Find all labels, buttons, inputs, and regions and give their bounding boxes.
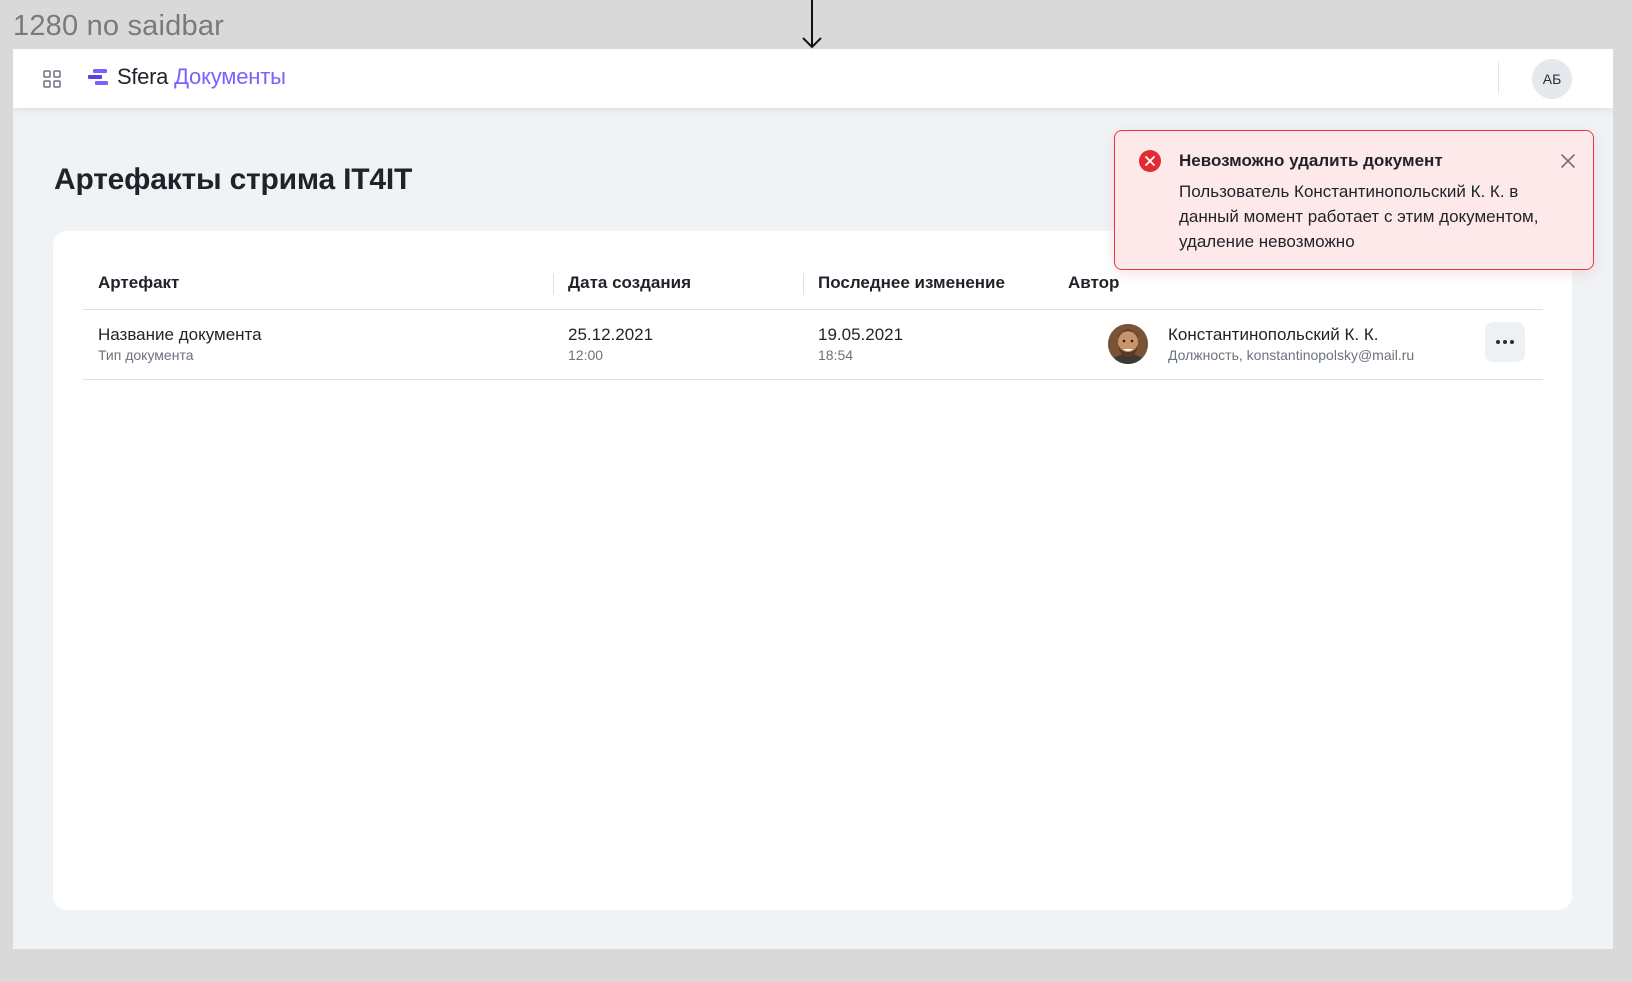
table-header: Артефакт Дата создания Последнее изменен… bbox=[83, 269, 1543, 310]
apps-menu-button[interactable] bbox=[39, 66, 65, 92]
down-arrow-icon bbox=[802, 0, 822, 49]
artifacts-table-card: Артефакт Дата создания Последнее изменен… bbox=[53, 231, 1572, 910]
logo-product-text: Документы bbox=[174, 64, 286, 89]
column-header-modified[interactable]: Последнее изменение bbox=[818, 273, 1005, 293]
created-time: 12:00 bbox=[568, 347, 604, 363]
page-title: Артефакты стрима IT4IT bbox=[54, 163, 413, 196]
more-horizontal-icon bbox=[1496, 340, 1514, 344]
app-logo[interactable]: Sfera Документы bbox=[87, 64, 286, 90]
toast-title: Невозможно удалить документ bbox=[1179, 151, 1443, 170]
column-header-created[interactable]: Дата создания bbox=[568, 273, 691, 293]
artifact-type: Тип документа bbox=[98, 347, 194, 363]
canvas-frame-label: 1280 no saidbar bbox=[13, 10, 224, 42]
column-header-artifact[interactable]: Артефакт bbox=[98, 273, 179, 293]
author-photo bbox=[1108, 324, 1148, 364]
user-avatar-button[interactable]: АБ bbox=[1532, 59, 1572, 99]
created-date: 25.12.2021 bbox=[568, 325, 654, 344]
modified-date: 19.05.2021 bbox=[818, 325, 904, 344]
logo-brand-text: Sfera bbox=[117, 64, 169, 89]
author-details: Должность, konstantinopolsky@mail.ru bbox=[1168, 347, 1415, 363]
artifact-name[interactable]: Название документа bbox=[98, 325, 262, 345]
column-header-author[interactable]: Автор bbox=[1068, 273, 1119, 293]
author-avatar bbox=[1108, 324, 1148, 364]
author-name[interactable]: Константинопольский К. К. bbox=[1168, 325, 1379, 345]
column-divider[interactable] bbox=[553, 273, 554, 295]
toast-message: Пользователь Константинопольский К. К. в… bbox=[1179, 182, 1539, 251]
top-navigation-bar: Sfera Документы АБ bbox=[13, 49, 1613, 108]
error-toast: Невозможно удалить документ Пользователь… bbox=[1114, 130, 1594, 270]
column-divider[interactable] bbox=[803, 273, 804, 295]
sfera-logo-icon bbox=[88, 69, 108, 85]
app-frame: Sfera Документы АБ Артефакты стрима IT4IT… bbox=[13, 49, 1613, 949]
error-circle-icon bbox=[1139, 150, 1161, 172]
modified-time: 18:54 bbox=[818, 347, 854, 363]
header-divider bbox=[1498, 62, 1499, 94]
table-row[interactable]: Название документа Тип документа 25.12.2… bbox=[83, 310, 1543, 380]
row-actions-button[interactable] bbox=[1485, 322, 1525, 362]
close-icon[interactable] bbox=[1558, 151, 1578, 171]
grid-icon bbox=[43, 70, 61, 88]
